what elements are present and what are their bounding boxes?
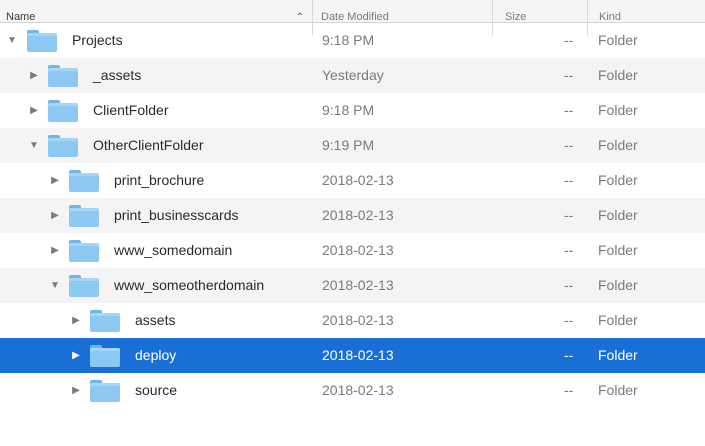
column-header-bar: Name ⌃ Date Modified Size Kind: [0, 0, 705, 35]
folder-icon: [27, 30, 57, 52]
file-name: www_somedomain: [114, 242, 233, 258]
list-item-clientfolder[interactable]: ▶ ClientFolder 9:18 PM -- Folder: [0, 93, 705, 128]
file-name: print_brochure: [114, 172, 205, 188]
file-size: --: [564, 347, 574, 363]
list-item-otherclientfolder[interactable]: ▼ OtherClientFolder 9:19 PM -- Folder: [0, 128, 705, 163]
file-size: --: [564, 277, 574, 293]
file-name: print_businesscards: [114, 207, 239, 223]
list-item-deploy[interactable]: ▶ deploy 2018-02-13 -- Folder: [0, 338, 705, 373]
disclosure-expanded-icon[interactable]: ▼: [28, 128, 40, 163]
file-kind: Folder: [598, 277, 638, 293]
file-date: 2018-02-13: [322, 277, 394, 293]
folder-icon: [90, 380, 120, 402]
folder-icon: [90, 345, 120, 367]
folder-icon: [48, 135, 78, 157]
file-size: --: [564, 242, 574, 258]
list-item-www-somedomain[interactable]: ▶ www_somedomain 2018-02-13 -- Folder: [0, 233, 705, 268]
folder-icon: [69, 170, 99, 192]
file-date: 2018-02-13: [322, 347, 394, 363]
disclosure-expanded-icon[interactable]: ▼: [6, 23, 18, 58]
file-date: 2018-02-13: [322, 382, 394, 398]
folder-icon: [69, 275, 99, 297]
disclosure-collapsed-icon[interactable]: ▶: [49, 163, 61, 198]
column-header-name-label: Name: [6, 11, 36, 23]
file-size: --: [564, 172, 574, 188]
file-kind: Folder: [598, 137, 638, 153]
file-size: --: [564, 382, 574, 398]
folder-icon: [48, 100, 78, 122]
file-date: Yesterday: [322, 67, 384, 83]
list-item-assets-root[interactable]: ▶ _assets Yesterday -- Folder: [0, 58, 705, 93]
file-kind: Folder: [598, 242, 638, 258]
disclosure-collapsed-icon[interactable]: ▶: [70, 338, 82, 373]
file-name: _assets: [93, 67, 142, 83]
disclosure-collapsed-icon[interactable]: ▶: [70, 303, 82, 338]
list-item-print-businesscards[interactable]: ▶ print_businesscards 2018-02-13 -- Fold…: [0, 198, 705, 233]
file-size: --: [564, 67, 574, 83]
folder-icon: [69, 205, 99, 227]
column-header-date-label: Date Modified: [321, 11, 389, 23]
file-kind: Folder: [598, 347, 638, 363]
column-header-kind-label: Kind: [599, 11, 622, 23]
folder-icon: [69, 240, 99, 262]
file-kind: Folder: [598, 102, 638, 118]
file-kind: Folder: [598, 312, 638, 328]
list-item-print-brochure[interactable]: ▶ print_brochure 2018-02-13 -- Folder: [0, 163, 705, 198]
file-kind: Folder: [598, 67, 638, 83]
file-date: 9:18 PM: [322, 32, 375, 48]
file-size: --: [564, 137, 574, 153]
file-name: Projects: [72, 32, 123, 48]
disclosure-collapsed-icon[interactable]: ▶: [49, 233, 61, 268]
file-date: 9:18 PM: [322, 102, 375, 118]
file-kind: Folder: [598, 172, 638, 188]
disclosure-collapsed-icon[interactable]: ▶: [28, 58, 40, 93]
list-item-source[interactable]: ▶ source 2018-02-13 -- Folder: [0, 373, 705, 408]
file-date: 9:19 PM: [322, 137, 375, 153]
disclosure-collapsed-icon[interactable]: ▶: [28, 93, 40, 128]
file-date: 2018-02-13: [322, 312, 394, 328]
file-name: ClientFolder: [93, 102, 169, 118]
finder-list-view: Name ⌃ Date Modified Size Kind ▼ Project…: [0, 0, 705, 446]
column-header-size-label: Size: [505, 11, 527, 23]
folder-icon: [90, 310, 120, 332]
file-name: OtherClientFolder: [93, 137, 204, 153]
file-name: source: [135, 382, 178, 398]
file-date: 2018-02-13: [322, 242, 394, 258]
file-date: 2018-02-13: [322, 172, 394, 188]
file-name: assets: [135, 312, 176, 328]
disclosure-collapsed-icon[interactable]: ▶: [70, 373, 82, 408]
list-item-www-someotherdomain[interactable]: ▼ www_someotherdomain 2018-02-13 -- Fold…: [0, 268, 705, 303]
file-kind: Folder: [598, 32, 638, 48]
folder-icon: [48, 65, 78, 87]
file-list: ▼ Projects 9:18 PM -- Folder ▶ _assets Y…: [0, 23, 705, 408]
list-item-projects[interactable]: ▼ Projects 9:18 PM -- Folder: [0, 23, 705, 58]
file-date: 2018-02-13: [322, 207, 394, 223]
file-kind: Folder: [598, 382, 638, 398]
file-name: www_someotherdomain: [114, 277, 265, 293]
file-size: --: [564, 32, 574, 48]
file-size: --: [564, 102, 574, 118]
disclosure-expanded-icon[interactable]: ▼: [49, 268, 61, 303]
file-kind: Folder: [598, 207, 638, 223]
file-name: deploy: [135, 347, 177, 363]
file-size: --: [564, 207, 574, 223]
disclosure-collapsed-icon[interactable]: ▶: [49, 198, 61, 233]
list-item-assets[interactable]: ▶ assets 2018-02-13 -- Folder: [0, 303, 705, 338]
file-size: --: [564, 312, 574, 328]
